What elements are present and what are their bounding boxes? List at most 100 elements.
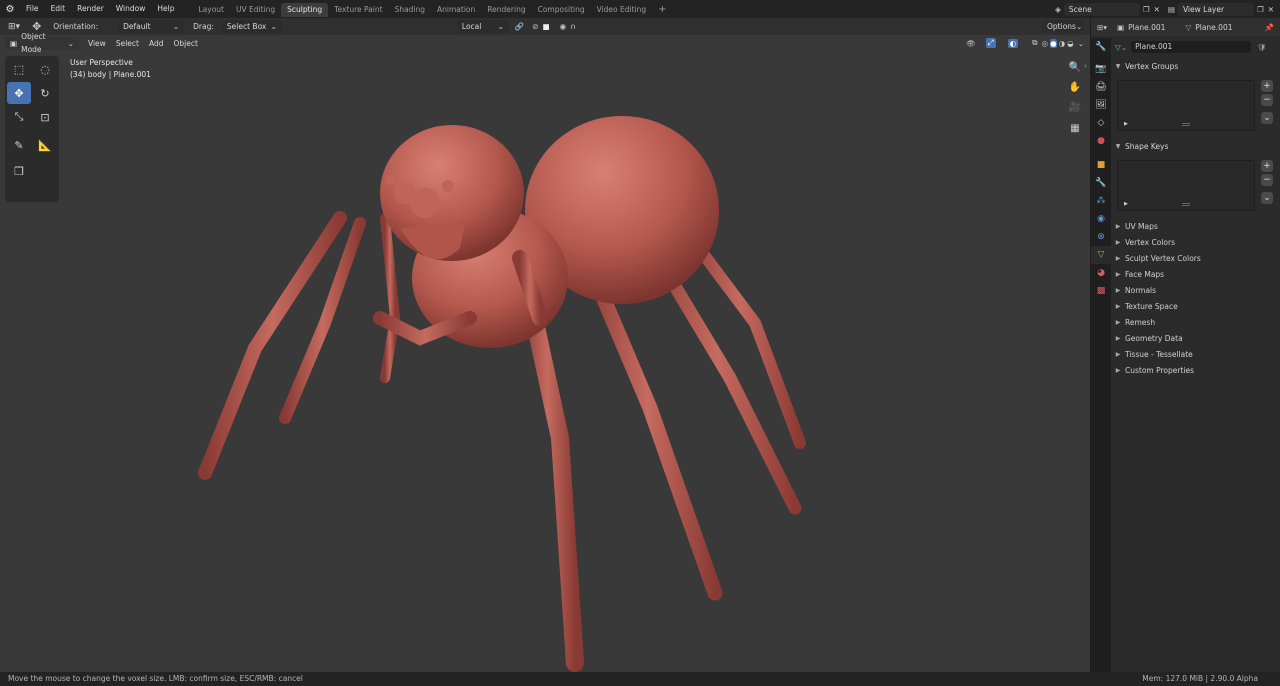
spider-leg <box>380 213 401 383</box>
view-layer-tab-icon[interactable]: 🖼 <box>1091 96 1111 114</box>
menu-edit[interactable]: Edit <box>45 0 72 18</box>
tool-tab-icon[interactable]: 🔧 <box>1091 38 1111 56</box>
panel-title: Shape Keys <box>1125 141 1169 151</box>
panel-tissue-tessellate[interactable]: ▶ Tissue - Tessellate <box>1111 346 1280 362</box>
spider-eye <box>442 180 454 192</box>
add-vertex-group-button[interactable]: + <box>1261 80 1273 92</box>
scene-tab-icon[interactable]: ◇ <box>1091 114 1111 132</box>
spider-eye <box>394 182 416 204</box>
constraints-tab-icon[interactable]: ⊗ <box>1091 228 1111 246</box>
add-shape-key-button[interactable]: + <box>1261 160 1273 172</box>
view-layer-selector[interactable]: ▤ View Layer ❐ ✕ <box>1167 2 1274 16</box>
panel-title: Geometry Data <box>1125 333 1183 343</box>
list-expand-icon[interactable]: ▶ <box>1124 121 1128 127</box>
panel-title: Face Maps <box>1125 269 1165 279</box>
menu-window[interactable]: Window <box>110 0 152 18</box>
panel-vertex-colors[interactable]: ▶ Vertex Colors <box>1111 234 1280 250</box>
panel-title: Vertex Groups <box>1125 61 1179 71</box>
header-mesh-name: Plane.001 <box>1195 22 1233 32</box>
tab-rendering[interactable]: Rendering <box>481 3 531 17</box>
fake-user-icon[interactable]: 🛡 <box>1257 43 1267 52</box>
modifier-tab-icon[interactable]: 🔧 <box>1091 174 1111 192</box>
collapsed-icon: ▶ <box>1115 334 1121 342</box>
copy-view-layer-icon[interactable]: ❐ <box>1257 5 1264 14</box>
copy-scene-icon[interactable]: ❐ <box>1143 5 1150 14</box>
collapsed-icon: ▶ <box>1115 366 1121 374</box>
add-workspace-button[interactable]: + <box>652 3 672 17</box>
vertex-groups-list[interactable]: ▶ <box>1117 80 1255 131</box>
blender-logo-icon[interactable]: ⚙ <box>0 4 20 15</box>
world-tab-icon[interactable]: ● <box>1091 132 1111 150</box>
properties-header: ⊞▾ ▣ Plane.001 ▽ Plane.001 📌 <box>1091 18 1280 36</box>
panel-remesh[interactable]: ▶ Remesh <box>1111 314 1280 330</box>
pin-icon[interactable]: 📌 <box>1265 23 1274 32</box>
panel-uv-maps[interactable]: ▶ UV Maps <box>1111 218 1280 234</box>
scene-selector[interactable]: ◈ Scene ❐ ✕ <box>1055 2 1160 16</box>
tab-video-editing[interactable]: Video Editing <box>591 3 653 17</box>
tab-compositing[interactable]: Compositing <box>532 3 591 17</box>
panel-title: Normals <box>1125 285 1157 295</box>
collapsed-icon: ▶ <box>1115 318 1121 326</box>
collapsed-icon: ▶ <box>1115 238 1121 246</box>
panel-title: Tissue - Tessellate <box>1125 349 1193 359</box>
tab-sculpting[interactable]: Sculpting <box>281 3 329 17</box>
panel-custom-properties[interactable]: ▶ Custom Properties <box>1111 362 1280 378</box>
particles-tab-icon[interactable]: ⁂ <box>1091 192 1111 210</box>
panel-normals[interactable]: ▶ Normals <box>1111 282 1280 298</box>
shape-key-specials-button[interactable]: ⌄ <box>1261 192 1273 204</box>
view-layer-icon: ▤ <box>1167 4 1175 14</box>
remove-shape-key-button[interactable]: − <box>1261 174 1273 186</box>
scene-icon: ◈ <box>1055 4 1061 14</box>
spider-eye <box>385 175 395 185</box>
object-tab-icon[interactable]: ■ <box>1091 156 1111 174</box>
mesh-name-field[interactable]: Plane.001 <box>1131 41 1252 53</box>
mesh-data-icon: ▽ <box>1185 22 1192 32</box>
panel-shape-keys[interactable]: ▼ Shape Keys <box>1111 138 1280 154</box>
view-layer-name[interactable]: View Layer <box>1177 2 1254 16</box>
remove-scene-icon[interactable]: ✕ <box>1154 5 1160 14</box>
vertex-group-specials-button[interactable]: ⌄ <box>1261 112 1273 124</box>
list-resize-grip[interactable] <box>1182 203 1190 206</box>
menu-help[interactable]: Help <box>151 0 180 18</box>
list-expand-icon[interactable]: ▶ <box>1124 201 1128 207</box>
collapsed-icon: ▶ <box>1115 350 1121 358</box>
list-resize-grip[interactable] <box>1182 123 1190 126</box>
tab-layout[interactable]: Layout <box>192 3 230 17</box>
status-memory: Mem: 127.0 MiB | 2.90.0 Alpha <box>1142 674 1258 683</box>
render-tab-icon[interactable]: 📷 <box>1091 60 1111 78</box>
tab-shading[interactable]: Shading <box>389 3 431 17</box>
mesh-name-row: ▽⌄ Plane.001 🛡 <box>1115 40 1275 54</box>
spider-mesh[interactable] <box>0 18 1090 672</box>
tab-animation[interactable]: Animation <box>431 3 481 17</box>
mesh-data-tab-icon[interactable]: ▽ <box>1091 246 1111 264</box>
remove-vertex-group-button[interactable]: − <box>1261 94 1273 106</box>
physics-tab-icon[interactable]: ◉ <box>1091 210 1111 228</box>
panel-title: Remesh <box>1125 317 1156 327</box>
scene-name[interactable]: Scene <box>1063 2 1140 16</box>
panel-texture-space[interactable]: ▶ Texture Space <box>1111 298 1280 314</box>
tab-texture-paint[interactable]: Texture Paint <box>328 3 388 17</box>
menu-file[interactable]: File <box>20 0 45 18</box>
collapsed-icon: ▶ <box>1115 254 1121 262</box>
3d-viewport[interactable]: ⊞▾ ✥ Orientation: Default ⌄ Drag: Select … <box>0 18 1090 672</box>
panel-sculpt-vertex-colors[interactable]: ▶ Sculpt Vertex Colors <box>1111 250 1280 266</box>
collapsed-icon: ▶ <box>1115 302 1121 310</box>
panel-vertex-groups[interactable]: ▼ Vertex Groups <box>1111 58 1280 74</box>
collapsed-icon: ▶ <box>1115 222 1121 230</box>
panel-title: Vertex Colors <box>1125 237 1175 247</box>
panel-face-maps[interactable]: ▶ Face Maps <box>1111 266 1280 282</box>
panel-geometry-data[interactable]: ▶ Geometry Data <box>1111 330 1280 346</box>
expand-icon: ▼ <box>1115 62 1121 70</box>
properties-editor: ⊞▾ ▣ Plane.001 ▽ Plane.001 📌 🔧 📷 🖨 🖼 ◇ ●… <box>1091 18 1280 672</box>
remove-view-layer-icon[interactable]: ✕ <box>1268 5 1274 14</box>
editor-type-icon[interactable]: ⊞▾ <box>1097 23 1107 32</box>
menu-render[interactable]: Render <box>71 0 110 18</box>
shape-keys-list[interactable]: ▶ <box>1117 160 1255 211</box>
output-tab-icon[interactable]: 🖨 <box>1091 78 1111 96</box>
header-object-name: Plane.001 <box>1128 22 1166 32</box>
mesh-data-icon[interactable]: ▽⌄ <box>1115 43 1127 52</box>
texture-tab-icon[interactable]: ▩ <box>1091 282 1111 300</box>
material-tab-icon[interactable]: ◕ <box>1091 264 1111 282</box>
object-data-icon: ▣ <box>1117 22 1125 32</box>
tab-uv-editing[interactable]: UV Editing <box>230 3 281 17</box>
